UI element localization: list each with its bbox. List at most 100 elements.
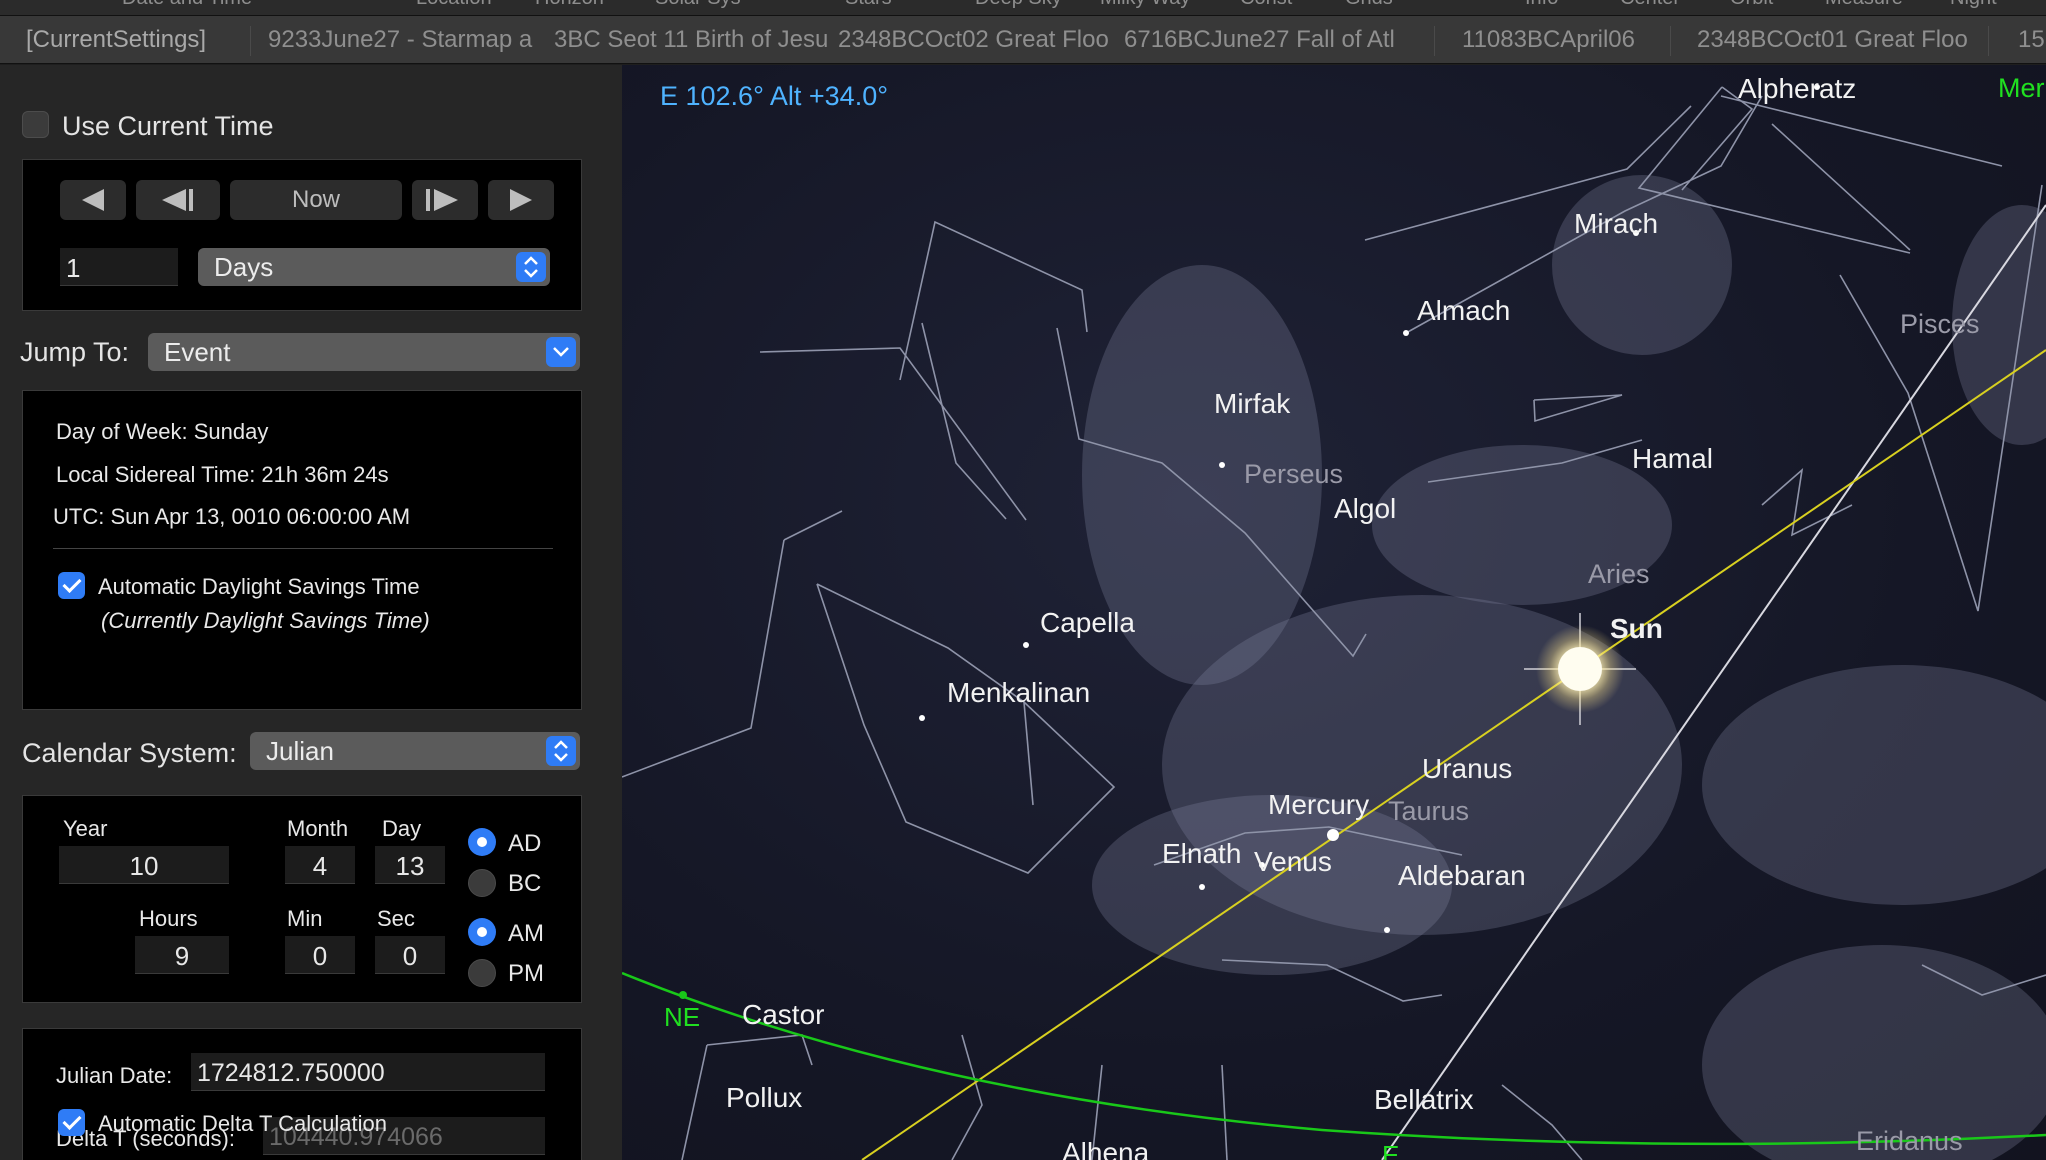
constellation-label-perseus: Perseus bbox=[1244, 459, 1344, 489]
star-label-pollux[interactable]: Pollux bbox=[726, 1082, 802, 1114]
rewind-icon bbox=[82, 189, 104, 211]
horizon-e-label: E bbox=[1382, 1140, 1400, 1160]
month-label: Month bbox=[287, 816, 349, 841]
step-back-icon bbox=[162, 189, 193, 211]
step-unit-select[interactable]: Days bbox=[198, 248, 550, 286]
star-label-mirach[interactable]: Mirach bbox=[1574, 208, 1658, 240]
auto-dst-checkbox[interactable] bbox=[58, 572, 85, 599]
toolbar-info[interactable]: Info bbox=[1525, 0, 1558, 10]
tab-birth-of-jesus[interactable]: 3BC Seot 11 Birth of Jesu bbox=[554, 16, 838, 63]
toolbar-date-time[interactable]: Date and Time bbox=[122, 0, 252, 10]
auto-delta-t-label: Automatic Delta T Calculation bbox=[98, 1111, 387, 1136]
tab-current-settings[interactable]: [CurrentSettings] bbox=[26, 16, 266, 63]
sky-drawing bbox=[622, 84, 2046, 1160]
sec-input[interactable]: 0 bbox=[375, 936, 445, 974]
constellation-label-pisces: Pisces bbox=[1900, 309, 1980, 339]
jump-to-select[interactable]: Event bbox=[148, 333, 580, 371]
julian-date-label: Julian Date: bbox=[56, 1063, 173, 1088]
star-label-bellatrix[interactable]: Bellatrix bbox=[1374, 1084, 1474, 1116]
am-radio[interactable] bbox=[468, 918, 496, 946]
sky-chart-view[interactable]: E 102.6° Alt +34.0° Mer NE E Alpheratz M… bbox=[622, 65, 2046, 1160]
toolbar-horizon[interactable]: Horizon bbox=[535, 0, 604, 10]
toolbar-milky-way[interactable]: Milky Way bbox=[1100, 0, 1190, 10]
step-back-fast-button[interactable] bbox=[60, 180, 126, 220]
star-label-menkalinan[interactable]: Menkalinan bbox=[947, 677, 1090, 709]
tab-divider bbox=[1988, 26, 1989, 56]
hours-label: Hours bbox=[139, 906, 198, 931]
toolbar-location[interactable]: Location bbox=[416, 0, 492, 10]
chevron-down-icon bbox=[546, 337, 576, 367]
day-label: Day bbox=[382, 816, 422, 841]
step-forward-icon bbox=[426, 189, 458, 211]
hours-input[interactable]: 9 bbox=[135, 936, 229, 974]
tab-divider bbox=[1434, 26, 1435, 56]
constellation-label-aries: Aries bbox=[1588, 559, 1650, 589]
month-input[interactable]: 4 bbox=[285, 846, 355, 884]
utc-time: UTC: Sun Apr 13, 0010 06:00:00 AM bbox=[53, 504, 411, 529]
now-button[interactable]: Now bbox=[230, 180, 402, 220]
sec-label: Sec bbox=[377, 906, 415, 931]
planet-label-uranus[interactable]: Uranus bbox=[1422, 753, 1512, 785]
star-label-capella[interactable]: Capella bbox=[1040, 607, 1135, 639]
pm-radio[interactable] bbox=[468, 959, 496, 987]
sun-label[interactable]: Sun bbox=[1610, 613, 1663, 645]
tab-bar: [CurrentSettings] 9233June27 - Starmap a… bbox=[0, 16, 2046, 64]
tab-great-flood-oct02[interactable]: 2348BCOct02 Great Floo bbox=[838, 16, 1124, 63]
toolbar-night[interactable]: Night bbox=[1950, 0, 1997, 10]
play-forward-button[interactable] bbox=[488, 180, 554, 220]
step-forward-button[interactable] bbox=[412, 180, 478, 220]
bc-label: BC bbox=[508, 870, 542, 897]
ad-radio[interactable] bbox=[468, 828, 496, 856]
toolbar-measure[interactable]: Measure bbox=[1825, 0, 1903, 10]
dst-status-note: (Currently Daylight Savings Time) bbox=[101, 608, 430, 633]
star-label-elnath[interactable]: Elnath bbox=[1162, 838, 1241, 870]
star-label-algol[interactable]: Algol bbox=[1334, 493, 1396, 525]
position-readout: E 102.6° Alt +34.0° bbox=[660, 81, 889, 111]
star-label-alhena[interactable]: Alhena bbox=[1062, 1137, 1149, 1160]
step-back-button[interactable] bbox=[136, 180, 220, 220]
step-amount-input[interactable]: 1 bbox=[60, 248, 178, 286]
updown-chevron-icon bbox=[546, 736, 576, 766]
day-input[interactable]: 13 bbox=[375, 846, 445, 884]
star-label-mirfak[interactable]: Mirfak bbox=[1214, 388, 1290, 420]
bc-radio[interactable] bbox=[468, 869, 496, 897]
tab-starmap[interactable]: 9233June27 - Starmap a bbox=[268, 16, 554, 63]
calendar-system-select[interactable]: Julian bbox=[250, 732, 580, 770]
calendar-system-value: Julian bbox=[266, 736, 334, 766]
tab-great-flood-oct01[interactable]: 2348BCOct01 Great Floo bbox=[1697, 16, 1987, 63]
divider bbox=[53, 548, 553, 549]
planet-label-mercury[interactable]: Mercury bbox=[1268, 789, 1369, 821]
horizon-ne-label: NE bbox=[664, 1002, 701, 1032]
am-label: AM bbox=[508, 920, 544, 947]
auto-delta-t-checkbox[interactable] bbox=[58, 1109, 85, 1136]
star-label-alpheratz[interactable]: Alpheratz bbox=[1738, 73, 1856, 105]
toolbar-deep-sky[interactable]: Deep Sky bbox=[975, 0, 1062, 10]
toolbar-center[interactable]: Center bbox=[1620, 0, 1680, 10]
jump-to-value: Event bbox=[164, 337, 231, 367]
play-icon bbox=[510, 189, 532, 211]
tab-fall-of-atlantis[interactable]: 6716BCJune27 Fall of Atl bbox=[1124, 16, 1412, 63]
day-of-week: Day of Week: Sunday bbox=[56, 419, 269, 444]
star-label-castor[interactable]: Castor bbox=[742, 999, 824, 1031]
date-time-panel: Use Current Time Now 1 Days Jump To: Eve… bbox=[0, 65, 622, 1160]
toolbar-grids[interactable]: Grids bbox=[1345, 0, 1393, 10]
toolbar-solar-sys[interactable]: Solar Sys bbox=[655, 0, 741, 10]
star-label-hamal[interactable]: Hamal bbox=[1632, 443, 1713, 475]
toolbar-orbit[interactable]: Orbit bbox=[1730, 0, 1773, 10]
use-current-time-label: Use Current Time bbox=[62, 111, 274, 141]
toolbar-const[interactable]: Const bbox=[1240, 0, 1292, 10]
min-input[interactable]: 0 bbox=[285, 936, 355, 974]
planet-label-venus[interactable]: Venus bbox=[1254, 846, 1332, 878]
time-step-box: Now 1 Days bbox=[22, 159, 582, 311]
toolbar-stars[interactable]: Stars bbox=[845, 0, 892, 10]
auto-dst-label: Automatic Daylight Savings Time bbox=[98, 574, 420, 599]
ad-label: AD bbox=[508, 830, 542, 857]
star-label-aldebaran[interactable]: Aldebaran bbox=[1398, 860, 1526, 892]
use-current-time-checkbox[interactable] bbox=[22, 111, 49, 138]
tab-overflow[interactable]: 15 bbox=[2018, 16, 2046, 63]
julian-date-box: Julian Date: 1724812.750000 Delta T (sec… bbox=[22, 1028, 582, 1160]
year-input[interactable]: 10 bbox=[59, 846, 229, 884]
julian-date-input[interactable]: 1724812.750000 bbox=[191, 1053, 545, 1091]
star-label-almach[interactable]: Almach bbox=[1417, 295, 1510, 327]
constellation-label-eridanus: Eridanus bbox=[1856, 1126, 1963, 1156]
